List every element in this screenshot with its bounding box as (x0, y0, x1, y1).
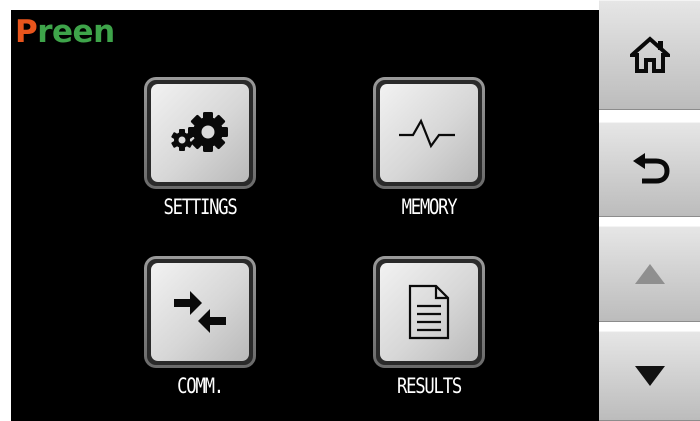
scroll-down-button[interactable] (599, 331, 700, 421)
comm-label: COMM. (177, 374, 224, 398)
brand-logo-initial: P (15, 14, 38, 50)
up-triangle-icon (634, 264, 665, 284)
comm-tile[interactable]: COMM. (144, 256, 260, 398)
home-icon (629, 36, 670, 73)
comm-button[interactable] (144, 256, 256, 368)
gears-icon (171, 112, 228, 152)
results-label: RESULTS (397, 374, 462, 398)
main-screen: Preen SETTINGS MEMORY COMM. RESULTS (11, 10, 601, 421)
back-arrow-icon (632, 152, 670, 183)
settings-button[interactable] (144, 77, 256, 189)
document-icon (408, 284, 450, 340)
settings-label: SETTINGS (163, 195, 237, 219)
memory-label: MEMORY (401, 195, 458, 219)
settings-tile[interactable]: SETTINGS (144, 77, 260, 219)
results-tile[interactable]: RESULTS (373, 256, 489, 398)
waveform-icon (399, 118, 455, 149)
transfer-arrows-icon (174, 291, 226, 333)
brand-logo-rest: reen (37, 14, 115, 50)
memory-tile[interactable]: MEMORY (373, 77, 489, 219)
brand-logo: Preen (15, 14, 115, 50)
back-button[interactable] (599, 122, 700, 217)
results-button[interactable] (373, 256, 485, 368)
down-triangle-icon (634, 366, 665, 386)
memory-button[interactable] (373, 77, 485, 189)
scroll-up-button[interactable] (599, 226, 700, 322)
home-button[interactable] (599, 0, 700, 110)
